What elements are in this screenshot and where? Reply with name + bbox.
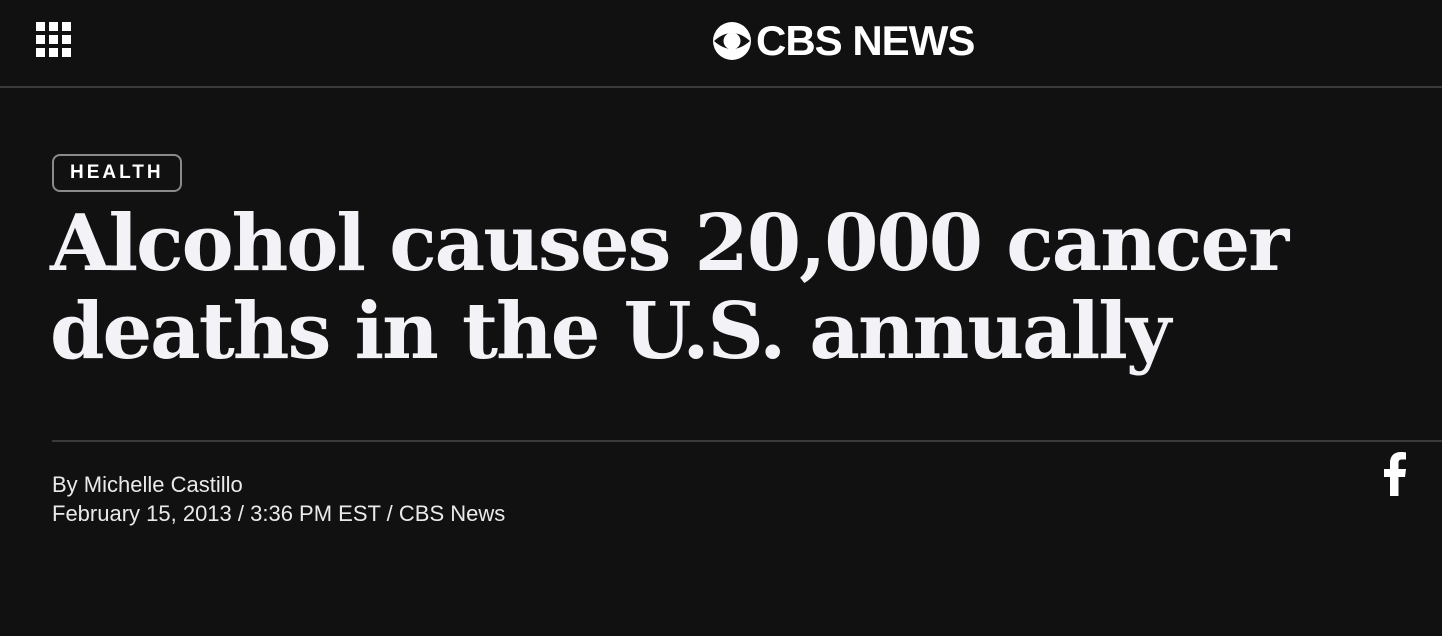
cbs-eye-icon [713, 22, 751, 60]
cbs-news-logo[interactable]: CBS NEWS [712, 17, 975, 64]
facebook-icon[interactable] [1383, 452, 1407, 496]
divider [52, 440, 1442, 442]
author-byline: By Michelle Castillo [52, 472, 243, 497]
article-title: Alcohol causes 20,000 cancer deaths in t… [50, 198, 1289, 377]
logo-text: CBS NEWS [756, 17, 975, 64]
top-bar: CBS NEWS [0, 0, 1442, 88]
article-dateline: February 15, 2013 / 3:36 PM EST / CBS Ne… [52, 501, 506, 526]
byline-block: By Michelle Castillo February 15, 2013 /… [52, 470, 505, 528]
grid-menu-icon[interactable] [36, 22, 72, 58]
category-tag[interactable]: HEALTH [52, 154, 182, 192]
